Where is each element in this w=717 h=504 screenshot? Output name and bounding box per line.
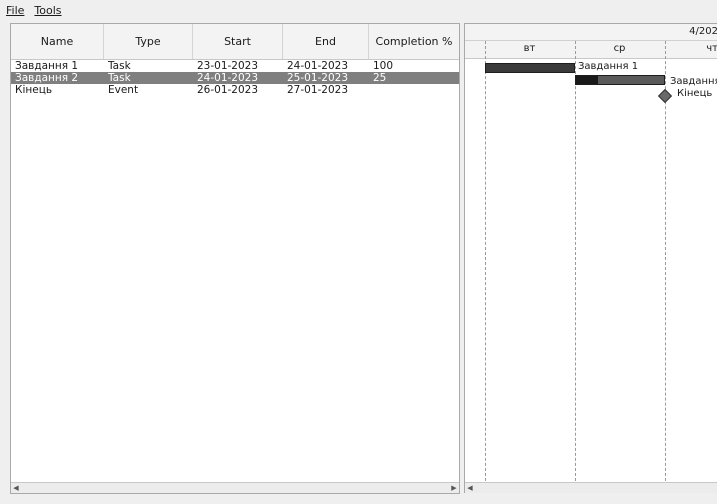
- arrow-right-icon[interactable]: ▶: [449, 483, 459, 493]
- table-row[interactable]: Завдання 1 Task 23-01-2023 24-01-2023 10…: [11, 60, 459, 72]
- gantt-day-label: чт: [706, 43, 717, 54]
- menu-tools[interactable]: Tools: [28, 4, 65, 17]
- cell-completion: 100: [373, 60, 394, 72]
- menu-tools-label: Tools: [34, 3, 62, 17]
- task-table: Name Type Start End Completion % Завданн…: [10, 23, 460, 494]
- gantt-chart: 4/202 вт ср чт Завдання 1 Завдання Кінец…: [464, 23, 717, 493]
- table-body: Завдання 1 Task 23-01-2023 24-01-2023 10…: [11, 60, 459, 96]
- menu-file-label: File: [6, 3, 25, 17]
- gantt-horizontal-scrollbar[interactable]: ◀: [465, 482, 717, 493]
- cell-type: Task: [108, 60, 131, 72]
- cell-name: Завдання 1: [15, 60, 79, 72]
- menu-file[interactable]: File: [0, 4, 28, 17]
- gantt-bar-label: Кінець: [677, 88, 713, 99]
- column-header-name[interactable]: Name: [11, 24, 104, 59]
- gantt-day-label: вт: [523, 43, 536, 54]
- gantt-bar-label: Завдання: [670, 76, 717, 87]
- cell-start: 24-01-2023: [197, 72, 259, 84]
- gantt-header-period: 4/202: [465, 24, 717, 41]
- arrow-left-icon[interactable]: ◀: [465, 483, 475, 493]
- table-header: Name Type Start End Completion %: [11, 24, 459, 60]
- gantt-bar-progress: [576, 76, 598, 84]
- gantt-day-divider: [665, 41, 666, 481]
- cell-completion: 25: [373, 72, 387, 84]
- cell-start: 26-01-2023: [197, 84, 259, 96]
- column-header-type[interactable]: Type: [104, 24, 193, 59]
- gantt-bar-task-1[interactable]: [485, 63, 575, 73]
- cell-name: Завдання 2: [15, 72, 79, 84]
- gantt-day-label: ср: [613, 43, 626, 54]
- cell-completion: [369, 84, 459, 96]
- gantt-day-divider: [575, 41, 576, 481]
- arrow-left-icon[interactable]: ◀: [11, 483, 21, 493]
- menu-bar: File Tools: [0, 0, 717, 20]
- diamond-icon[interactable]: [657, 88, 673, 104]
- cell-type: Task: [108, 72, 131, 84]
- gantt-day-divider: [485, 41, 486, 481]
- cell-end: 25-01-2023: [287, 72, 349, 84]
- gantt-bar-label: Завдання 1: [578, 61, 639, 72]
- column-header-start[interactable]: Start: [193, 24, 283, 59]
- gantt-bar-task-2[interactable]: [575, 75, 665, 85]
- cell-end: 24-01-2023: [287, 60, 349, 72]
- cell-end: 27-01-2023: [287, 84, 349, 96]
- gantt-header-days: вт ср чт: [465, 41, 717, 59]
- column-header-end[interactable]: End: [283, 24, 369, 59]
- table-horizontal-scrollbar[interactable]: ◀ ▶: [11, 482, 459, 493]
- table-row-selected[interactable]: Завдання 2 Task 24-01-2023 25-01-2023 25: [11, 72, 459, 84]
- cell-name: Кінець: [15, 84, 53, 96]
- cell-type: Event: [108, 84, 139, 96]
- column-header-completion[interactable]: Completion %: [369, 24, 459, 59]
- table-row[interactable]: Кінець Event 26-01-2023 27-01-2023: [11, 84, 459, 96]
- gantt-period-label: 4/202: [689, 26, 717, 37]
- cell-start: 23-01-2023: [197, 60, 259, 72]
